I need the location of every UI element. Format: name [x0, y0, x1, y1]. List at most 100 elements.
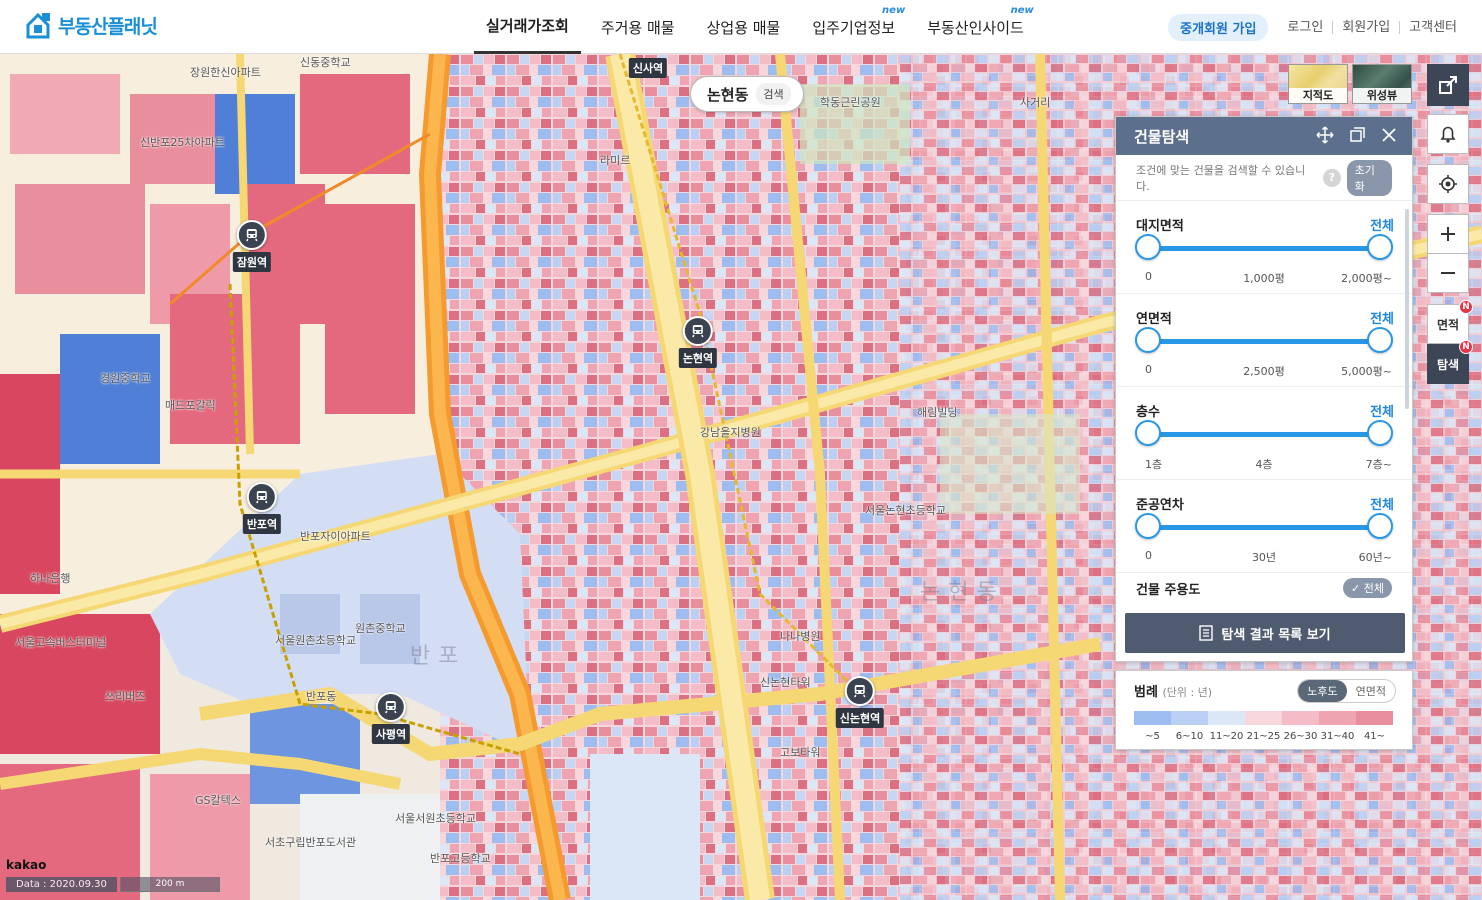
range-max-handle[interactable]	[1367, 513, 1393, 539]
dong-search-chip[interactable]: 논현동 검색	[690, 76, 804, 112]
map-label: 반포고등학교	[430, 852, 491, 865]
station-name: 반포역	[242, 514, 282, 534]
range-max-handle[interactable]	[1367, 234, 1393, 260]
range-max-handle[interactable]	[1367, 327, 1393, 353]
current-dong: 논현동	[707, 85, 749, 104]
nav-tenant-info[interactable]: 입주기업정보 new	[800, 0, 907, 54]
legend-title: 범례 (단위 : 년)	[1134, 685, 1212, 700]
legend-mode-age[interactable]: 노후도	[1298, 680, 1347, 702]
range-slider-track[interactable]	[1148, 246, 1380, 251]
list-icon	[1199, 625, 1214, 641]
map-label: 고보타워	[780, 746, 821, 759]
zoom-out-button[interactable]	[1427, 253, 1469, 293]
subway-icon	[247, 482, 277, 512]
range-max-handle[interactable]	[1367, 420, 1393, 446]
map-label: 서초구립반포도서관	[265, 836, 357, 849]
legend-swatch	[1245, 711, 1282, 725]
zoom-in-button[interactable]	[1427, 214, 1469, 254]
legend-color-bar	[1134, 711, 1393, 725]
legend-swatch	[1171, 711, 1208, 725]
map-district-label: 논현동	[920, 580, 1005, 605]
logo-mark-icon	[24, 11, 52, 39]
nav-actual-price[interactable]: 실거래가조회	[474, 0, 581, 54]
signup-link[interactable]: 회원가입	[1332, 21, 1399, 34]
map-type-switcher: 지적도 위성뷰	[1288, 64, 1412, 104]
nav-commercial[interactable]: 상업용 매물	[695, 0, 793, 54]
legend-mode-floor-area[interactable]: 연면적	[1347, 680, 1395, 702]
map-label: 매드포갈릭	[165, 399, 216, 412]
station-marker[interactable]: 신논현역	[835, 676, 885, 728]
range-min-handle[interactable]	[1135, 420, 1161, 446]
area-tool-button[interactable]: 면적 N	[1427, 300, 1473, 344]
my-location-button[interactable]	[1427, 164, 1469, 204]
explore-tool-button[interactable]: 탐색 N	[1427, 340, 1473, 384]
map-label: 신논현타워	[760, 676, 811, 689]
filter-title: 층수	[1136, 405, 1160, 420]
filter-all-button[interactable]: 전체	[1370, 401, 1394, 420]
explore-tool-label: 탐색	[1436, 357, 1460, 372]
maximize-icon[interactable]	[1348, 126, 1366, 144]
station-marker[interactable]: 반포역	[242, 482, 282, 534]
help-icon[interactable]: ?	[1323, 168, 1341, 187]
map-label: 쓰리버즈	[105, 690, 146, 703]
filter-all-button[interactable]: 전체	[1370, 215, 1394, 234]
panel-subtitle-row: 조건에 맞는 건물을 검색할 수 있습니다. ? 초기화	[1116, 155, 1412, 201]
legend-class-label: ~5	[1145, 731, 1160, 742]
data-date: Data : 2020.09.30	[6, 877, 117, 892]
map-label: 서울서원초등학교	[395, 812, 476, 825]
range-min-handle[interactable]	[1135, 513, 1161, 539]
legend-class-label: 31~40	[1320, 731, 1355, 742]
support-link[interactable]: 고객센터	[1399, 21, 1466, 34]
map-label: 사거리	[1020, 96, 1051, 109]
range-min-handle[interactable]	[1135, 327, 1161, 353]
usage-all-button[interactable]: ✓ 전체	[1343, 578, 1392, 598]
join-broker-button[interactable]: 중개회원 가입	[1168, 14, 1269, 41]
station-marker[interactable]: 신사역	[628, 56, 668, 78]
map-provider-logo: kakao	[6, 858, 47, 872]
legend-swatch	[1319, 711, 1356, 725]
legend-swatch	[1282, 711, 1319, 725]
map-label: 나나병원	[780, 630, 821, 643]
station-marker[interactable]: 논현역	[678, 316, 718, 368]
panel-title: 건물탐색	[1134, 127, 1190, 146]
map-label: 강남을지병원	[700, 426, 761, 439]
range-slider-track[interactable]	[1148, 525, 1380, 530]
range-max-label: 7층~	[1365, 458, 1392, 471]
brand-name: 부동산플래닛	[58, 15, 158, 38]
nav-insight[interactable]: 부동산인사이드 new	[915, 0, 1036, 54]
brand-logo[interactable]: 부동산플래닛	[24, 10, 158, 40]
map-export-button[interactable]	[1427, 64, 1469, 106]
move-icon[interactable]	[1316, 126, 1334, 144]
cadastral-map-toggle[interactable]: 지적도	[1288, 64, 1348, 104]
app-root: 부동산플래닛 실거래가조회 주거용 매물 상업용 매물 입주기업정보 new 부동…	[0, 0, 1482, 900]
close-icon[interactable]	[1380, 126, 1398, 144]
map-label: 해림빌딩	[917, 406, 958, 419]
filter-all-button[interactable]: 전체	[1370, 308, 1394, 327]
map-legend: 범례 (단위 : 년) 노후도 연면적 ~5 6~10 11~20 21~25 26~3…	[1115, 670, 1413, 750]
filter-all-button[interactable]: 전체	[1370, 494, 1394, 513]
station-name: 사평역	[371, 724, 411, 744]
nav-residential[interactable]: 주거용 매물	[589, 0, 687, 54]
reset-button[interactable]: 초기화	[1346, 159, 1392, 196]
panel-header: 건물탐색	[1116, 117, 1412, 155]
map-label: 라미르	[600, 154, 631, 167]
range-min-handle[interactable]	[1135, 234, 1161, 260]
notification-button[interactable]	[1427, 114, 1469, 154]
panel-scrollbar[interactable]	[1405, 209, 1409, 409]
view-results-button[interactable]: 탐색 결과 목록 보기	[1125, 613, 1405, 653]
range-slider-track[interactable]	[1148, 432, 1380, 437]
map-label: 경원중학교	[100, 372, 151, 385]
login-link[interactable]: 로그인	[1278, 21, 1332, 34]
station-marker[interactable]: 잠원역	[232, 220, 272, 272]
range-max-label: 2,000평~	[1341, 272, 1392, 285]
dong-search-button[interactable]: 검색	[756, 83, 791, 105]
nav-label: 주거용 매물	[600, 18, 675, 37]
station-marker[interactable]: 사평역	[371, 692, 411, 744]
satellite-map-toggle[interactable]: 위성뷰	[1352, 64, 1412, 104]
bell-icon	[1440, 126, 1456, 143]
panel-tools	[1316, 126, 1398, 144]
subway-icon	[237, 220, 267, 250]
building-search-panel: 건물탐색 조건에 맞는 건물을 검색할 수 있습니다. ? 초기화 대지면적 전…	[1115, 116, 1413, 662]
station-name: 논현역	[678, 348, 718, 368]
range-slider-track[interactable]	[1148, 339, 1380, 344]
